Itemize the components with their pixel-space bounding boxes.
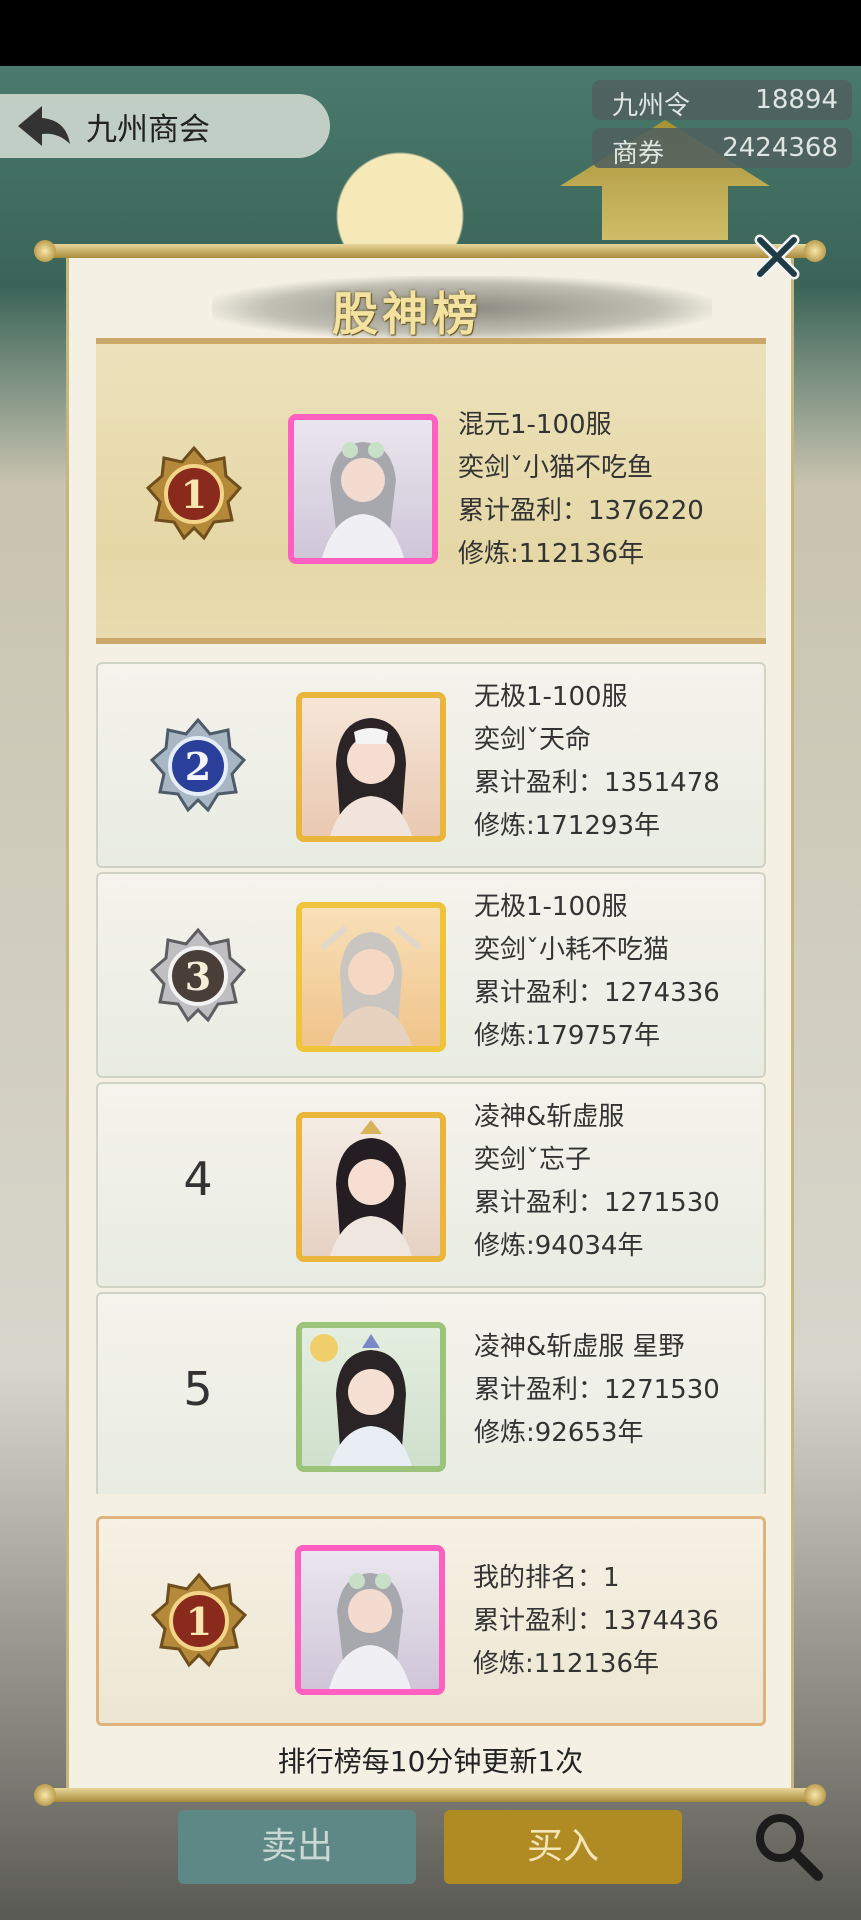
player-cultivation: 修炼:171293年 (474, 811, 661, 841)
gold-medal-icon: 1 (150, 1572, 248, 1668)
player-info: 混元1-100服 奕剑ˇ小猫不吃鱼 累计盈利：1376220 修炼:112136… (458, 404, 704, 576)
rank-row-5[interactable]: 5 凌神&斩虚服 星野 累计盈利：1271530 修炼:92653年 (96, 1292, 766, 1494)
gold-medal-icon: 1 (145, 445, 243, 541)
player-name: 奕剑ˇ小猫不吃鱼 (458, 453, 654, 483)
player-name: 奕剑ˇ忘子 (474, 1145, 592, 1175)
currency-shangquan: 商券 2424368 (592, 128, 852, 169)
buy-button[interactable]: 买入 (444, 1810, 682, 1884)
my-profit: 累计盈利：1374436 (473, 1606, 719, 1636)
player-name: 奕剑ˇ天命 (474, 725, 592, 755)
medal-number: 3 (185, 954, 211, 999)
player-avatar[interactable] (296, 692, 446, 842)
status-bar (0, 0, 861, 66)
my-info: 我的排名：1 累计盈利：1374436 修炼:112136年 (473, 1557, 719, 1686)
player-server: 无极1-100服 (474, 682, 628, 712)
board-title: 股神榜 (332, 287, 482, 341)
player-name: 奕剑ˇ小耗不吃猫 (474, 935, 670, 965)
currency-jiuzhouling: 九州令 18894 (592, 80, 852, 121)
character-portrait-icon (330, 718, 412, 836)
player-cultivation: 修炼:112136年 (458, 539, 645, 569)
sell-button[interactable]: 卖出 (178, 1810, 416, 1884)
my-rank-card[interactable]: 1 我的排名：1 累计盈利：1374436 修炼:112136年 (96, 1516, 766, 1726)
player-cultivation: 修炼:92653年 (474, 1418, 644, 1448)
my-rank-label: 我的排名：1 (473, 1563, 620, 1593)
character-portrait-icon (320, 925, 422, 1046)
page-title: 九州商会 (86, 112, 210, 148)
player-info: 无极1-100服 奕剑ˇ小耗不吃猫 累计盈利：1274336 修炼:179757… (474, 886, 720, 1058)
rank-row-3[interactable]: 3 无极1-100服 奕剑ˇ小耗不吃猫 累计盈利：1274336 修炼:1797… (96, 872, 766, 1078)
character-portrait-icon (310, 1334, 412, 1466)
character-portrait-icon (322, 442, 404, 558)
player-cultivation: 修炼:94034年 (474, 1231, 644, 1261)
medal-number: 1 (186, 1599, 212, 1644)
silver-medal-icon: 3 (149, 927, 247, 1023)
player-server: 凌神&斩虚服 星野 (474, 1332, 685, 1362)
currency-name: 九州令 (612, 91, 691, 121)
medal-number: 1 (181, 472, 207, 517)
player-avatar[interactable] (296, 902, 446, 1052)
player-server: 凌神&斩虚服 (474, 1102, 625, 1132)
currency-value: 18894 (755, 85, 838, 115)
search-icon[interactable] (742, 1800, 832, 1890)
player-avatar[interactable] (288, 414, 438, 564)
rod-knob (804, 240, 826, 262)
player-info: 无极1-100服 奕剑ˇ天命 累计盈利：1351478 修炼:171293年 (474, 676, 720, 848)
rank-number: 5 (183, 1362, 213, 1416)
scroll-rod-top (34, 240, 826, 262)
rank-number: 4 (183, 1152, 213, 1206)
back-arrow-icon[interactable] (12, 100, 76, 152)
player-server: 混元1-100服 (458, 410, 612, 440)
player-avatar[interactable] (296, 1112, 446, 1262)
rod-knob (34, 240, 56, 262)
currency-name: 商券 (612, 139, 665, 169)
my-cultivation: 修炼:112136年 (473, 1649, 660, 1679)
player-profit: 累计盈利：1274336 (474, 978, 720, 1008)
rank-row-4[interactable]: 4 凌神&斩虚服 奕剑ˇ忘子 累计盈利：1271530 修炼:94034年 (96, 1082, 766, 1288)
player-cultivation: 修炼:179757年 (474, 1021, 661, 1051)
close-icon[interactable] (752, 232, 802, 282)
rod-knob (34, 1784, 56, 1806)
player-profit: 累计盈利：1351478 (474, 768, 720, 798)
update-note: 排行榜每10分钟更新1次 (277, 1745, 584, 1778)
player-profit: 累计盈利：1271530 (474, 1375, 720, 1405)
player-info: 凌神&斩虚服 星野 累计盈利：1271530 修炼:92653年 (474, 1326, 720, 1455)
rank-row-2[interactable]: 2 无极1-100服 奕剑ˇ天命 累计盈利：1351478 修炼:171293年 (96, 662, 766, 868)
ranking-list[interactable]: 1 混元1-100服 奕剑ˇ小猫不吃鱼 累计盈利：1376220 修炼:1121… (96, 338, 766, 1494)
scroll-rod-bottom (34, 1784, 826, 1806)
medal-number: 2 (185, 744, 211, 789)
player-avatar[interactable] (296, 1322, 446, 1472)
character-portrait-icon (330, 1120, 412, 1256)
rank-row-1[interactable]: 1 混元1-100服 奕剑ˇ小猫不吃鱼 累计盈利：1376220 修炼:1121… (96, 338, 766, 644)
blue-medal-icon: 2 (149, 717, 247, 813)
player-server: 无极1-100服 (474, 892, 628, 922)
currency-value: 2424368 (722, 133, 838, 163)
player-info: 凌神&斩虚服 奕剑ˇ忘子 累计盈利：1271530 修炼:94034年 (474, 1096, 720, 1268)
my-avatar[interactable] (295, 1545, 445, 1695)
character-portrait-icon (329, 1573, 411, 1689)
player-profit: 累计盈利：1376220 (458, 496, 704, 526)
player-profit: 累计盈利：1271530 (474, 1188, 720, 1218)
